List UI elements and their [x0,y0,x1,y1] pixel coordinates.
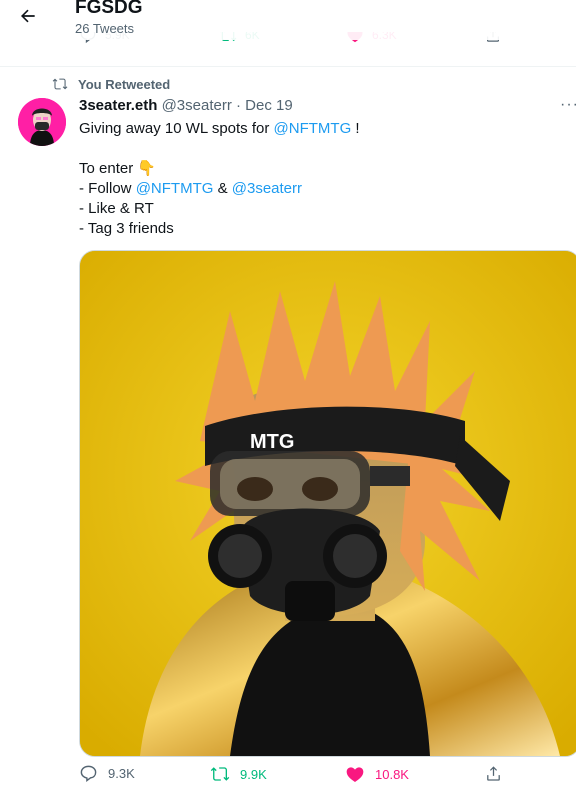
text-segment: ! [351,120,360,137]
text-segment: & [213,180,232,197]
mention-link[interactable]: @3seaterr [232,180,302,197]
tweet-actions: 9.3K 9.9K 10.8K [0,764,576,792]
mention-link[interactable]: @NFTMTG [136,180,214,197]
user-handle[interactable]: @3seaterr [162,97,232,114]
retweet-context: You Retweeted [52,76,170,92]
heart-filled-icon [346,767,364,782]
headband-logo: MTG [250,431,294,453]
text-segment: To enter [79,160,138,177]
text-segment: - Follow [79,180,136,197]
tweet-header: 3seater.eth @3seaterr · Dec 19 [79,97,293,114]
reply-button[interactable]: 9.3K [79,764,135,783]
tweet-line: - Tag 3 friends [79,220,174,237]
nft-artwork: MTG [80,251,576,756]
retweet-icon [210,767,230,781]
page-header: FGSDG 26 Tweets [0,0,576,40]
reply-icon [80,765,97,783]
like-button[interactable]: 10.8K [345,764,409,784]
tweet-divider [0,66,576,67]
tweet-line: - Like & RT [79,200,154,217]
retweet-button[interactable]: 9.9K [210,764,267,784]
mention-link[interactable]: @NFTMTG [274,120,352,137]
pointing-down-emoji: 👇 [137,160,157,177]
display-name[interactable]: 3seater.eth [79,97,157,114]
page-title: FGSDG [75,0,143,18]
tweet-date[interactable]: Dec 19 [245,97,293,114]
text-segment: Giving away 10 WL spots for [79,120,274,137]
more-options-button[interactable]: ··· [560,96,576,114]
tweet-line: - Follow @NFTMTG & @3seaterr [79,179,559,199]
retweet-label: You Retweeted [78,76,171,92]
reply-count: 9.3K [108,766,135,781]
tweet-text: Giving away 10 WL spots for @NFTMTG ! To… [79,119,559,239]
tweet-count: 26 Tweets [75,21,135,36]
avatar-image [18,98,66,146]
retweet-icon [52,78,68,90]
share-button[interactable] [484,764,503,783]
arrow-left-icon [21,9,35,23]
back-button[interactable] [14,2,42,30]
share-icon [487,766,500,781]
separator-dot: · [236,97,241,114]
retweet-count: 9.9K [240,766,267,782]
tweet-line: To enter 👇 [79,159,559,179]
tweet-line: Giving away 10 WL spots for @NFTMTG ! [79,119,559,139]
like-count: 10.8K [375,766,409,782]
avatar[interactable] [18,98,66,146]
tweet-media-image[interactable]: MTG [79,250,576,757]
